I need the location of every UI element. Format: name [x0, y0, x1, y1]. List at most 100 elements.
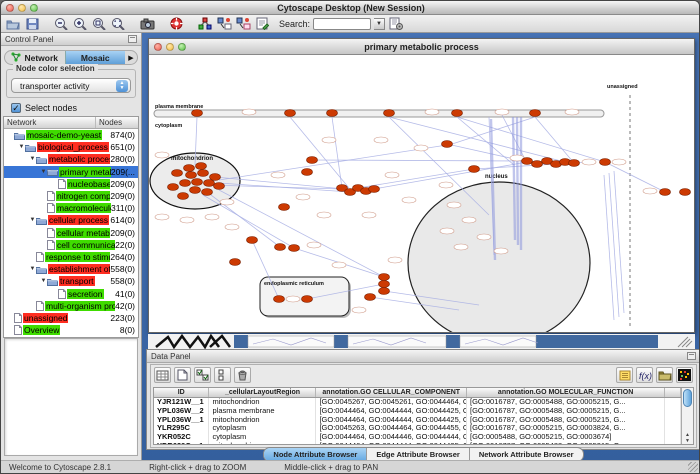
node-label-pill[interactable] — [494, 248, 508, 254]
table-row[interactable]: YDR039C__1mitochondrion[GO:0044464, GO:0… — [154, 442, 681, 444]
node-label-pill[interactable] — [180, 217, 194, 223]
network-node[interactable] — [210, 174, 221, 181]
network-node[interactable] — [469, 166, 480, 173]
network-node[interactable] — [247, 237, 258, 244]
zoom-out-icon[interactable] — [53, 16, 69, 31]
function-builder-icon[interactable]: f(x) — [636, 367, 653, 383]
select-attributes-icon[interactable] — [194, 367, 211, 383]
network-node[interactable] — [190, 187, 201, 194]
tree-row-nitrogen-compo[interactable]: nitrogen compo209(0) — [4, 190, 138, 202]
tab-mosaic[interactable]: Mosaic — [65, 51, 126, 64]
scrollbar-arrows[interactable]: ▲▼ — [682, 432, 693, 444]
network-node[interactable] — [285, 110, 296, 117]
network-node[interactable] — [532, 161, 543, 168]
tree-row-cellular-metabo[interactable]: cellular metabo209(0) — [4, 227, 138, 239]
zoom-in-icon[interactable] — [72, 16, 88, 31]
network-node[interactable] — [178, 193, 189, 200]
node-label-pill[interactable] — [439, 182, 453, 188]
node-label-pill[interactable] — [205, 214, 219, 220]
nucleus-region[interactable] — [408, 182, 590, 332]
network-node[interactable] — [379, 288, 390, 295]
network-node[interactable] — [279, 204, 290, 211]
network-node[interactable] — [202, 189, 213, 196]
tab-network[interactable]: Network — [5, 51, 65, 64]
save-icon[interactable] — [24, 16, 40, 31]
network-node[interactable] — [327, 110, 338, 117]
node-label-pill[interactable] — [317, 212, 331, 218]
node-label-pill[interactable] — [454, 244, 468, 250]
table-row[interactable]: YKR052Ccytoplasm[GO:0044464, GO:0044446,… — [154, 433, 681, 442]
tree-row-cellular-process[interactable]: ▼cellular process614(0) — [4, 214, 138, 226]
network-node[interactable] — [192, 179, 203, 186]
node-label-pill[interactable] — [225, 224, 239, 230]
node-label-pill[interactable] — [374, 137, 388, 143]
float-panel-icon[interactable] — [128, 35, 137, 43]
node-color-dropdown[interactable]: transporter activity ▲▼ — [11, 78, 131, 93]
node-label-pill[interactable] — [155, 214, 169, 220]
import-table-icon[interactable] — [656, 367, 673, 383]
node-label-pill[interactable] — [352, 307, 366, 313]
float-data-panel-icon[interactable] — [687, 352, 696, 360]
network-node[interactable] — [530, 110, 541, 117]
node-label-pill[interactable] — [440, 228, 454, 234]
search-input[interactable] — [313, 18, 371, 30]
tree-row-transport[interactable]: ▼transport558(0) — [4, 275, 138, 287]
node-label-pill[interactable] — [296, 194, 310, 200]
new-attribute-icon[interactable] — [174, 367, 191, 383]
scrollbar-thumb[interactable] — [683, 389, 692, 407]
node-label-pill[interactable] — [271, 172, 285, 178]
node-label-pill[interactable] — [286, 296, 300, 302]
zoom-fit-icon[interactable] — [110, 16, 126, 31]
tree-row-biological-process[interactable]: ▼biological_process651(0) — [4, 141, 138, 153]
node-label-pill[interactable] — [643, 188, 657, 194]
network-node[interactable] — [184, 165, 195, 172]
column-header-3[interactable]: annotation.GO CELLULAR_COMPONENT — [316, 388, 467, 397]
node-label-pill[interactable] — [385, 172, 399, 178]
search-dropdown-arrow[interactable]: ▼ — [374, 18, 385, 30]
network-node[interactable] — [289, 245, 300, 252]
network-node[interactable] — [569, 160, 580, 167]
node-label-pill[interactable] — [220, 199, 234, 205]
network-node[interactable] — [172, 170, 183, 177]
network-node[interactable] — [369, 186, 380, 193]
network-node[interactable] — [680, 189, 691, 196]
attribute-list-icon[interactable] — [616, 367, 633, 383]
tree-row-multi-organism-pro[interactable]: multi-organism pro42(0) — [4, 300, 138, 312]
network-node[interactable] — [384, 110, 395, 117]
node-label-pill[interactable] — [495, 109, 509, 115]
network-node[interactable] — [379, 274, 390, 281]
heatmap-icon[interactable] — [676, 367, 693, 383]
node-label-pill[interactable] — [477, 234, 491, 240]
network-node[interactable] — [302, 169, 313, 176]
column-header-1[interactable]: ID — [154, 388, 209, 397]
tree-row-overview[interactable]: Overview8(0) — [4, 324, 138, 336]
select-nodes-checkbox[interactable]: ✓ — [11, 103, 21, 113]
tree-row-primary-metabo[interactable]: ▼primary metabo209(... — [4, 166, 138, 178]
node-label-pill[interactable] — [388, 257, 402, 263]
node-label-pill[interactable] — [242, 109, 256, 115]
network-node[interactable] — [204, 180, 215, 187]
open-icon[interactable] — [5, 16, 21, 31]
node-label-pill[interactable] — [582, 159, 596, 165]
column-header-4[interactable]: annotation.GO MOLECULAR_FUNCTION — [467, 388, 665, 397]
column-header-blank[interactable] — [665, 388, 681, 397]
column-header-2[interactable]: _cellularLayoutRegion — [209, 388, 316, 397]
network-node[interactable] — [522, 158, 533, 165]
network-node[interactable] — [192, 110, 203, 117]
tree-row-macromolecule[interactable]: macromolecule311(0) — [4, 202, 138, 214]
node-label-pill[interactable] — [155, 152, 169, 158]
network-node[interactable] — [180, 180, 191, 187]
network-node[interactable] — [302, 296, 313, 303]
tree-row-secretion[interactable]: secretion41(0) — [4, 287, 138, 299]
tree-row-mosaic-demo-yeast[interactable]: mosaic-demo-yeast874(0) — [4, 129, 138, 141]
table-row[interactable]: YLR295Ccytoplasm[GO:0045263, GO:0044464,… — [154, 424, 681, 433]
zoom-selected-icon[interactable] — [91, 16, 107, 31]
window-resize-grip[interactable] — [688, 462, 698, 472]
tree-row-unassigned[interactable]: unassigned223(0) — [4, 312, 138, 324]
network-node[interactable] — [307, 157, 318, 164]
node-label-pill[interactable] — [447, 202, 461, 208]
network-node[interactable] — [214, 183, 225, 190]
network-node[interactable] — [365, 294, 376, 301]
new-network-from-selected-edges-icon[interactable] — [235, 16, 251, 31]
network-node[interactable] — [198, 170, 209, 177]
